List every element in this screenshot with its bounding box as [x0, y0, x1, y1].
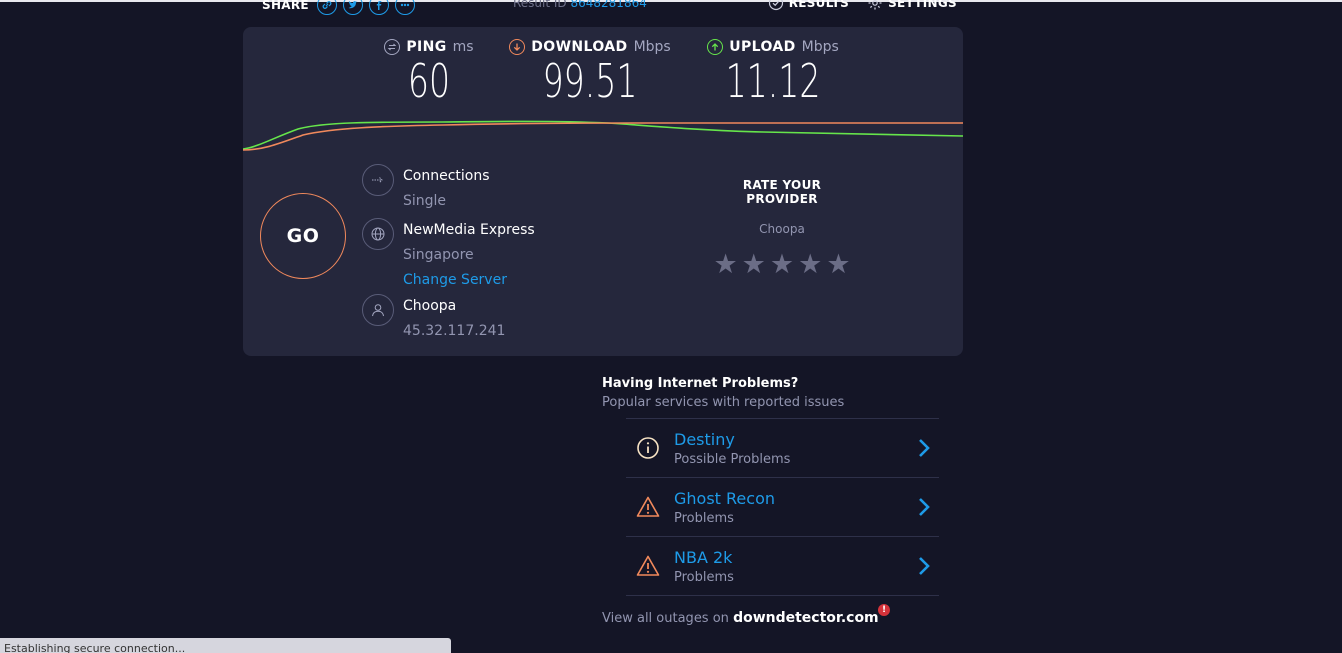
download-header: DOWNLOAD Mbps	[505, 39, 675, 55]
upload-label: UPLOAD	[729, 39, 796, 55]
star-rating: ★ ★ ★ ★ ★	[708, 251, 856, 279]
gear-icon	[868, 0, 882, 10]
user-icon	[362, 294, 394, 326]
browser-status-bar: Establishing secure connection...	[0, 638, 451, 653]
upload-arrow-icon	[707, 39, 724, 55]
globe-icon	[362, 218, 394, 250]
warning-icon	[636, 495, 660, 519]
link-icon[interactable]	[316, 0, 337, 15]
download-unit: Mbps	[633, 39, 671, 55]
star-icon[interactable]: ★	[770, 251, 794, 279]
download-metric: DOWNLOAD Mbps 99.51	[505, 39, 675, 107]
download-arrow-icon	[509, 39, 526, 55]
speedtest-card: PING ms 60 DOWNLOAD Mbps 99.51 UPLOAD Mb…	[243, 27, 963, 356]
problems-list: Destiny Possible Problems Ghost Recon Pr…	[626, 418, 939, 596]
ping-unit: ms	[452, 39, 474, 55]
rate-provider: RATE YOUR PROVIDER Choopa ★ ★ ★ ★ ★	[708, 178, 856, 279]
server-row: NewMedia Express Singapore Change Server	[362, 218, 535, 293]
rate-title: RATE YOUR PROVIDER	[742, 178, 822, 206]
service-status: Possible Problems	[674, 451, 791, 467]
isp-row: Choopa 45.32.117.241	[362, 294, 505, 344]
service-name: NBA 2k	[674, 547, 733, 567]
warning-icon	[636, 554, 660, 578]
upload-graph-line	[243, 120, 963, 150]
service-status: Problems	[674, 510, 734, 526]
top-links: RESULTS SETTINGS	[768, 0, 957, 11]
results-label: RESULTS	[788, 0, 850, 10]
upload-unit: Mbps	[801, 39, 839, 55]
top-bar: SHARE Result ID 8648281864 RESULTS SETTI…	[243, 0, 963, 15]
download-graph-line	[243, 122, 963, 151]
star-icon[interactable]: ★	[742, 251, 766, 279]
list-item[interactable]: Ghost Recon Problems	[626, 478, 939, 537]
chevron-right-icon	[919, 439, 930, 457]
downdetector-footer: View all outages on downdetector.com !	[602, 604, 942, 626]
star-icon[interactable]: ★	[826, 251, 850, 279]
star-icon[interactable]: ★	[713, 251, 737, 279]
service-status: Problems	[674, 569, 734, 585]
service-name: Destiny	[674, 429, 735, 449]
upload-metric: UPLOAD Mbps 11.12	[703, 39, 843, 107]
result-id-label: Result ID	[513, 0, 567, 10]
internet-problems: Having Internet Problems? Popular servic…	[602, 376, 942, 626]
chevron-right-icon	[919, 557, 930, 575]
isp-ip: 45.32.117.241	[403, 323, 506, 339]
facebook-icon[interactable]	[368, 0, 389, 15]
footer-prefix: View all outages on	[602, 611, 729, 626]
list-item[interactable]: NBA 2k Problems	[626, 537, 939, 596]
go-button[interactable]: GO	[260, 193, 346, 279]
more-icon[interactable]	[394, 0, 415, 15]
twitter-icon[interactable]	[342, 0, 363, 15]
result-id-value[interactable]: 8648281864	[571, 0, 647, 10]
ping-header: PING ms	[379, 39, 479, 55]
ping-value: 60	[407, 54, 451, 108]
results-link[interactable]: RESULTS	[768, 0, 849, 11]
connections-row: Connections Single	[362, 164, 490, 214]
download-label: DOWNLOAD	[531, 39, 628, 55]
upload-header: UPLOAD Mbps	[703, 39, 843, 55]
problems-title: Having Internet Problems?	[602, 376, 799, 391]
download-value: 99.51	[542, 54, 638, 108]
downdetector-link[interactable]: downdetector.com	[733, 610, 879, 626]
connections-arrow-icon	[362, 164, 394, 196]
chevron-right-icon	[919, 498, 930, 516]
isp-name: Choopa	[403, 298, 457, 314]
ping-label: PING	[406, 39, 447, 55]
settings-link[interactable]: SETTINGS	[867, 0, 957, 11]
info-icon	[636, 436, 660, 460]
settings-label: SETTINGS	[888, 0, 957, 10]
alert-badge-icon: !	[878, 604, 890, 616]
result-id: Result ID 8648281864	[513, 0, 647, 10]
upload-value: 11.12	[725, 54, 821, 108]
problems-subtitle: Popular services with reported issues	[602, 395, 845, 410]
star-icon[interactable]: ★	[798, 251, 822, 279]
service-name: Ghost Recon	[674, 488, 775, 508]
check-circle-icon	[768, 0, 783, 11]
list-item[interactable]: Destiny Possible Problems	[626, 419, 939, 478]
server-name: NewMedia Express	[403, 222, 535, 238]
speed-graph	[243, 120, 963, 151]
share-label: SHARE	[262, 0, 309, 12]
rate-provider-name: Choopa	[759, 222, 805, 236]
ping-metric: PING ms 60	[379, 39, 479, 107]
share-group: SHARE	[262, 0, 415, 15]
server-location: Singapore	[403, 247, 474, 263]
connections-value[interactable]: Single	[403, 189, 490, 214]
connections-title: Connections	[403, 168, 490, 184]
change-server-link[interactable]: Change Server	[403, 268, 535, 293]
ping-icon	[384, 39, 401, 55]
